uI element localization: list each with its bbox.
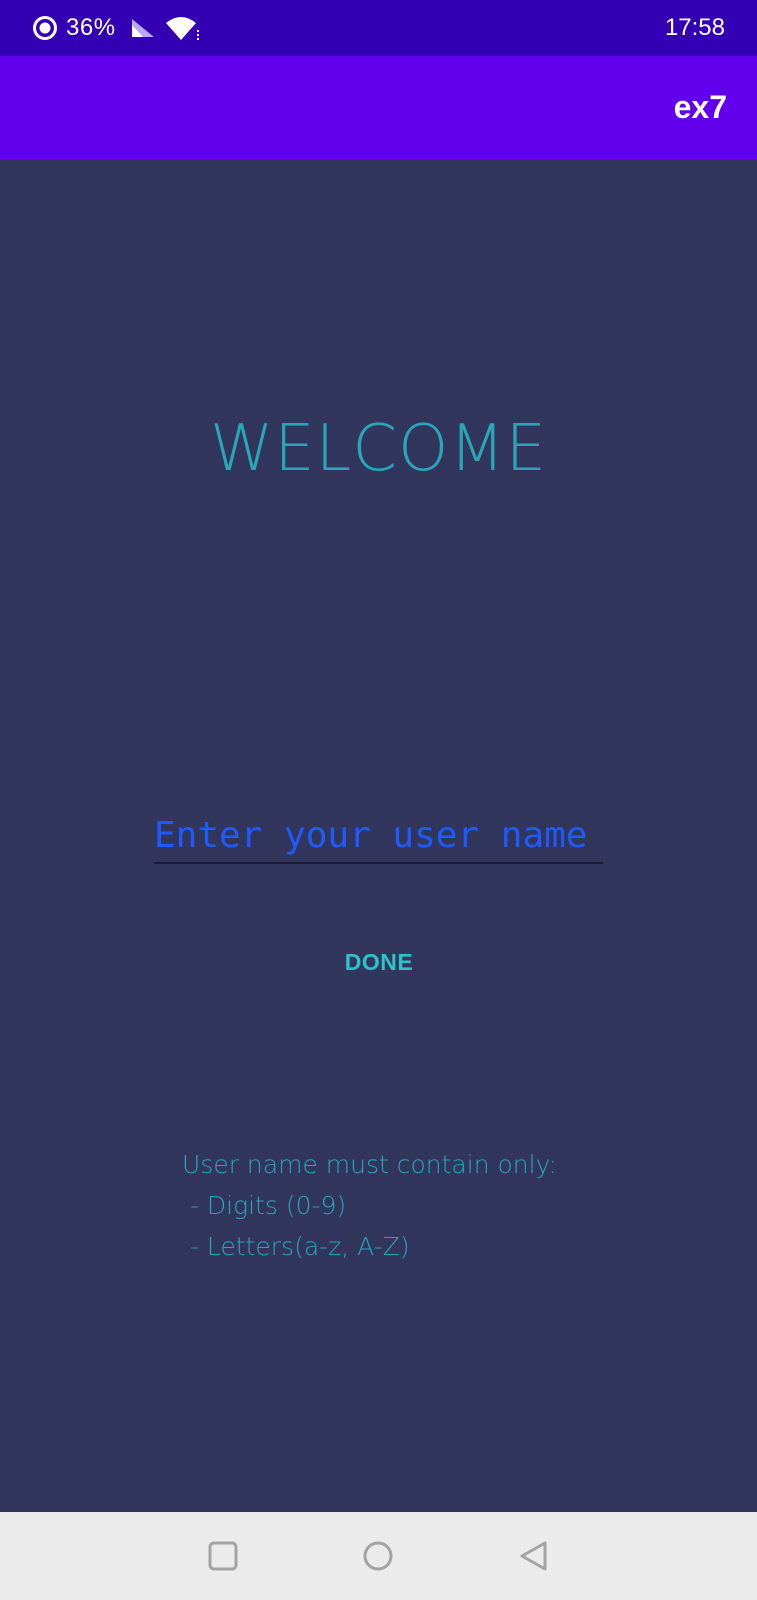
status-bar: 36% 17:58 [0, 0, 757, 56]
system-nav-bar [0, 1512, 757, 1600]
welcome-heading: WELCOME [209, 412, 548, 486]
rules-item-letters: - Letters(a-z, A-Z) [182, 1232, 410, 1261]
home-circle-icon[interactable] [356, 1534, 400, 1578]
recents-square-icon[interactable] [201, 1534, 245, 1578]
username-input[interactable] [154, 808, 603, 864]
rules-item-digits: - Digits (0-9) [182, 1191, 347, 1220]
username-rules: User name must contain only: - Digits (0… [182, 1144, 622, 1267]
app-title: ex7 [673, 89, 727, 125]
status-clock: 17:58 [664, 14, 725, 41]
battery-percent-text: 36% [66, 14, 116, 41]
status-left-group: 36% [32, 0, 202, 56]
done-button[interactable]: DONE [329, 938, 429, 986]
wifi-icon [164, 14, 202, 42]
battery-ring-icon [32, 15, 58, 41]
rules-title: User name must contain only: [182, 1150, 557, 1179]
back-triangle-icon[interactable] [512, 1534, 556, 1578]
app-bar: ex7 [0, 56, 757, 159]
signal-icon [130, 17, 158, 39]
username-field-wrapper [154, 808, 603, 866]
